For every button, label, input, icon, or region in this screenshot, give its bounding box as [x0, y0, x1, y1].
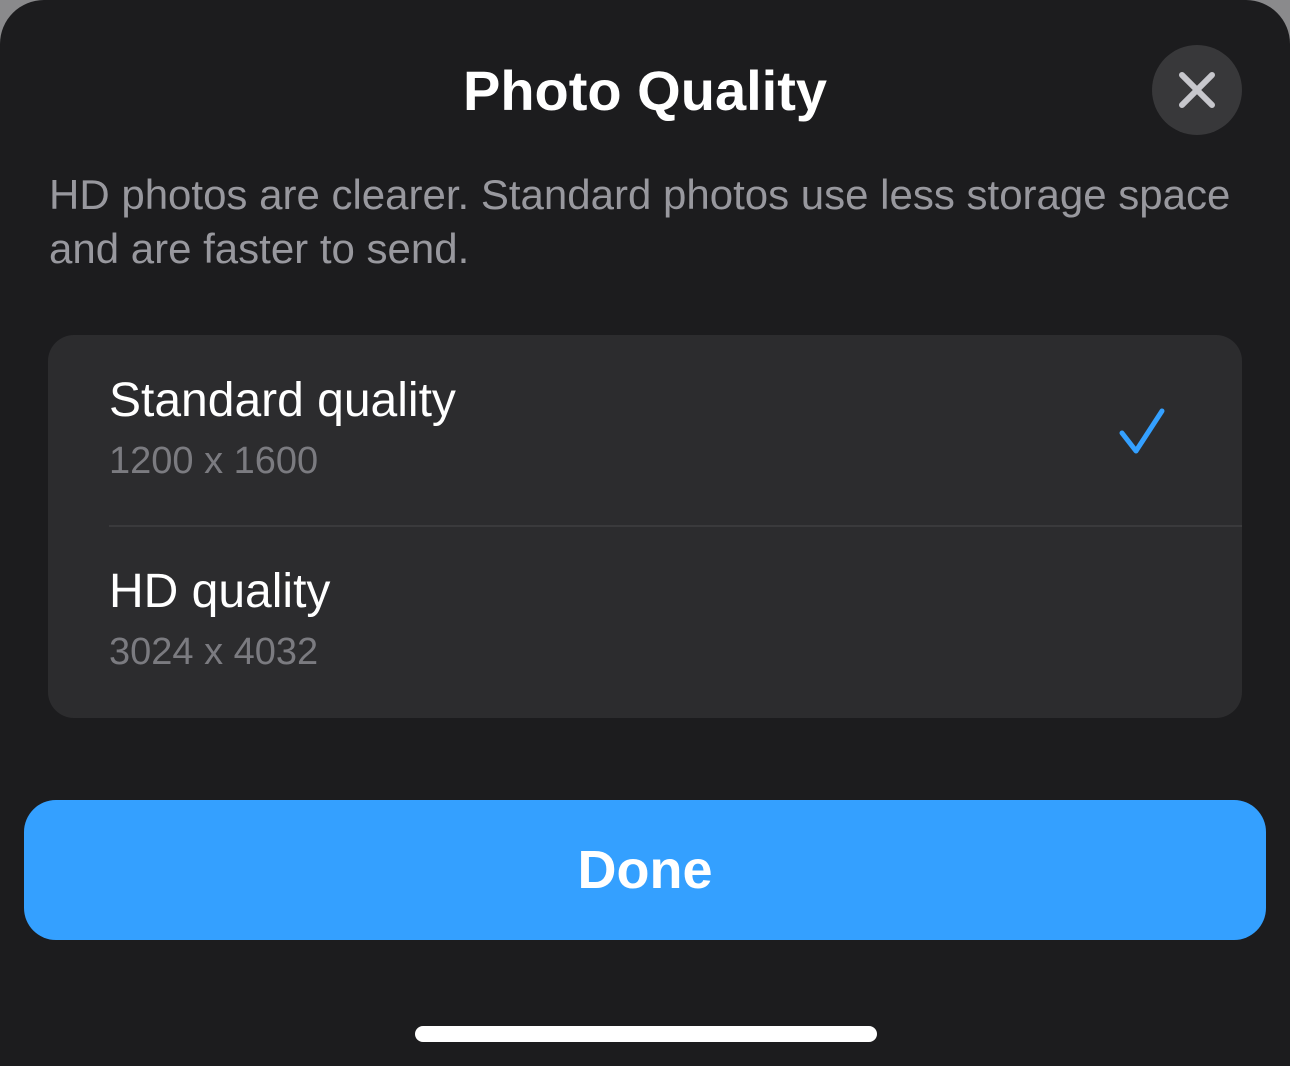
option-resolution: 1200 x 1600 [109, 440, 319, 482]
checkmark-icon [1119, 408, 1165, 454]
home-indicator[interactable] [415, 1026, 877, 1042]
photo-quality-sheet: Photo Quality HD photos are clearer. Sta… [0, 0, 1290, 1066]
quality-options-list: Standard quality 1200 x 1600 HD quality … [48, 335, 1242, 718]
done-button[interactable]: Done [24, 800, 1266, 940]
option-label: HD quality [109, 565, 331, 618]
close-button[interactable] [1152, 45, 1242, 135]
option-label: Standard quality [109, 374, 456, 427]
option-hd-quality[interactable]: HD quality 3024 x 4032 [48, 526, 1242, 717]
option-standard-quality[interactable]: Standard quality 1200 x 1600 [48, 335, 1242, 526]
option-resolution: 3024 x 4032 [109, 631, 319, 673]
sheet-title: Photo Quality [463, 59, 827, 122]
close-icon [1179, 72, 1215, 108]
sheet-description: HD photos are clearer. Standard photos u… [49, 171, 1231, 272]
